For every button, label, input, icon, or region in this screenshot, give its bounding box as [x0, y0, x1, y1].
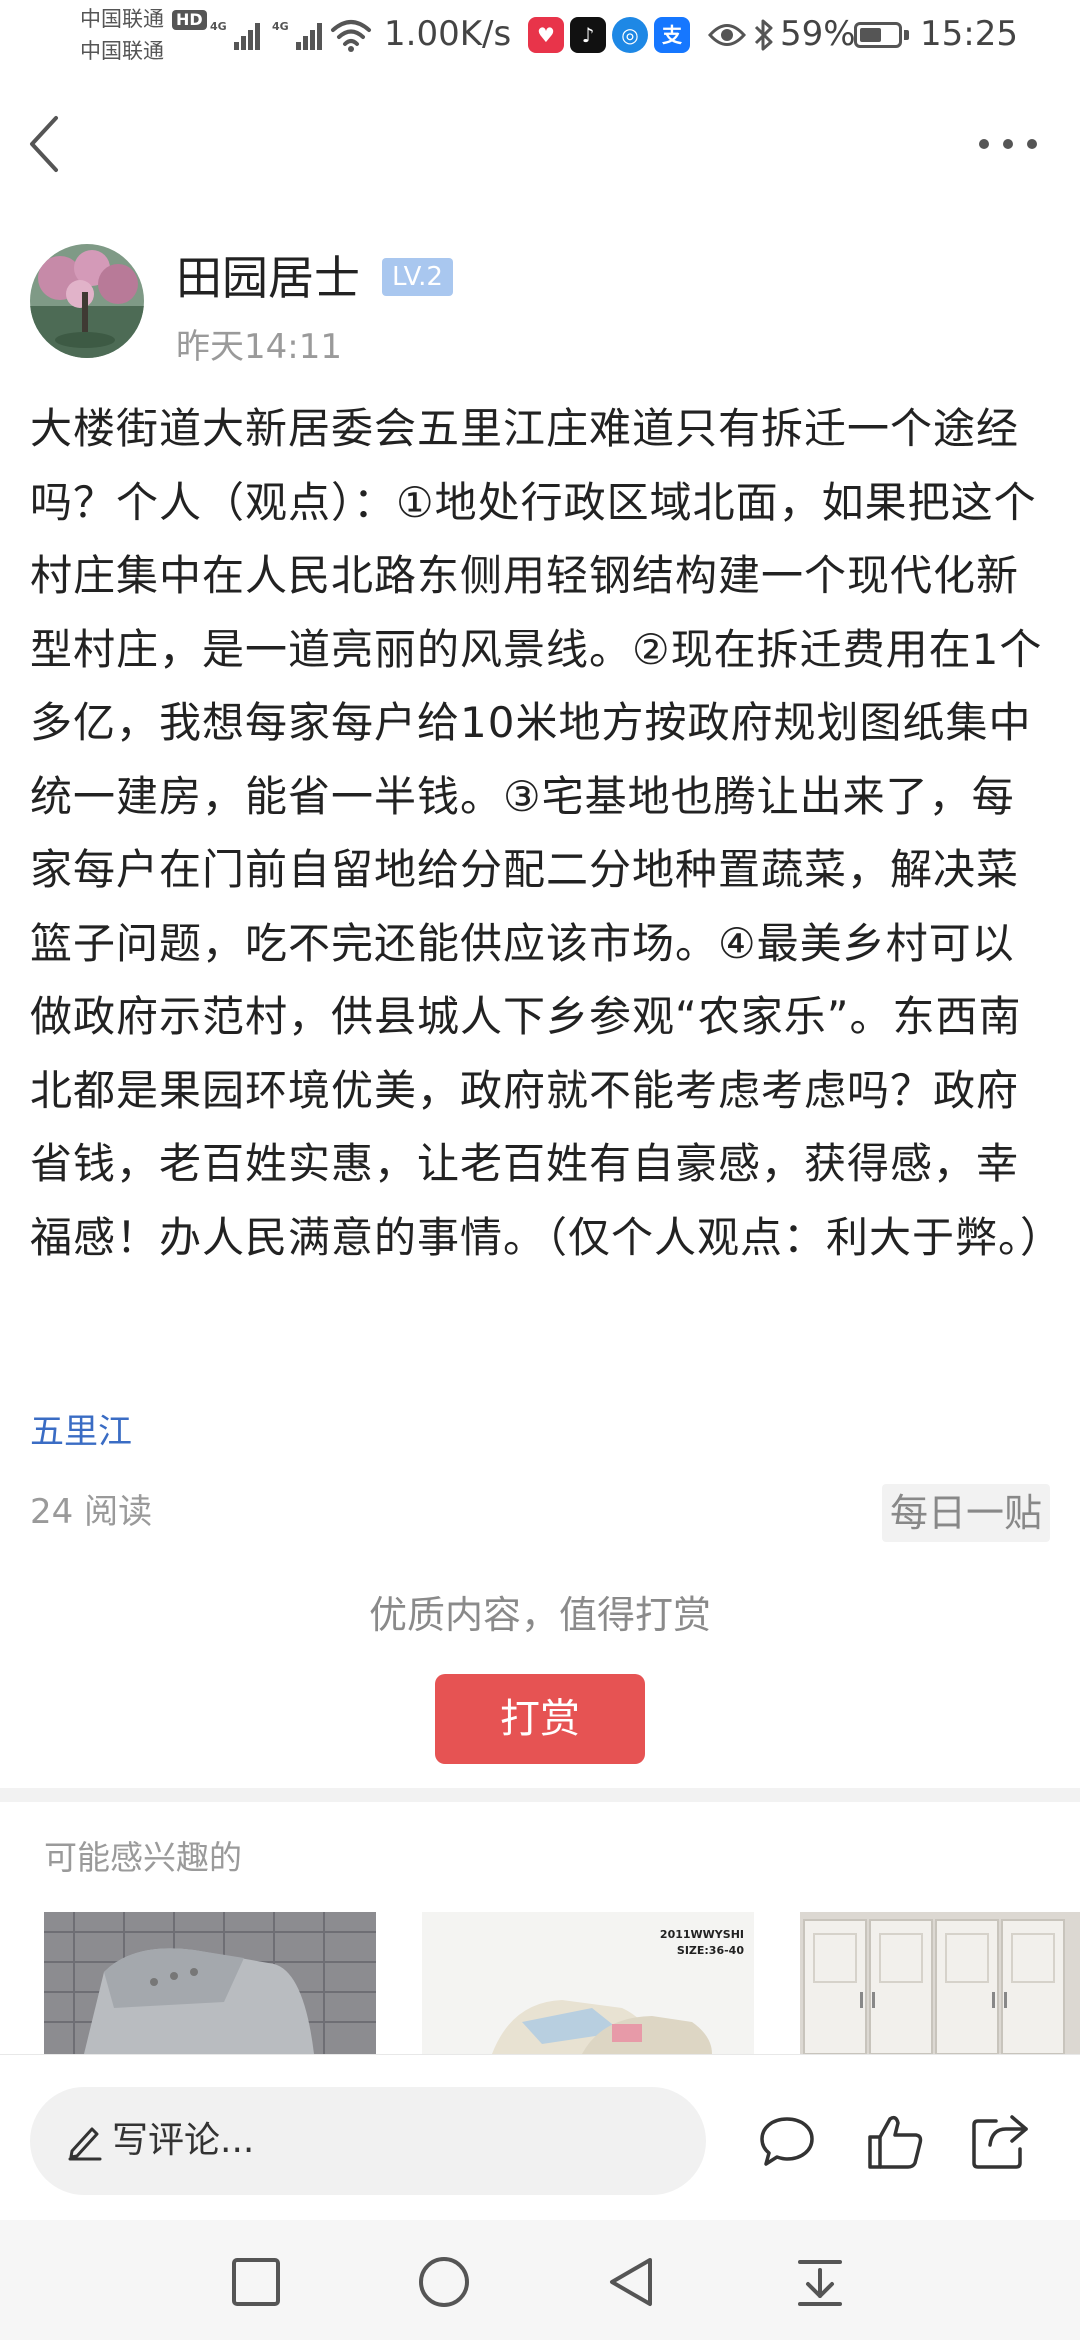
eye-comfort-icon — [708, 24, 746, 46]
recent-apps-square-icon[interactable] — [226, 2252, 286, 2312]
recommendation-card-1[interactable] — [44, 1912, 376, 2054]
post-time: 昨天14:11 — [176, 327, 342, 367]
reward-prompt: 优质内容，值得打赏 — [368, 1593, 711, 1637]
alipay-icon: 支 — [654, 17, 690, 53]
home-circle-icon[interactable] — [414, 2252, 474, 2312]
sneaker-image — [44, 1912, 376, 2054]
comment-bubble-icon[interactable] — [754, 2109, 820, 2175]
topic-tag[interactable]: 五里江 — [30, 1408, 132, 1456]
recommendation-card-3[interactable] — [800, 1912, 1080, 2054]
status-clock: 15:25 — [920, 14, 1018, 54]
douyin-icon: ♪ — [570, 17, 606, 53]
author-name[interactable]: 田园居士 — [176, 250, 360, 306]
product-caption-line-1: 2011WWYSHI — [660, 1928, 744, 1941]
level-badge: LV.2 — [382, 258, 453, 296]
avatar[interactable] — [30, 244, 144, 358]
status-bar: 中国联通 中国联通 HD 4G 4G 1.00K/s ♥ ♪ ◎ 支 59% 1… — [0, 0, 1080, 72]
avatar-image — [30, 244, 144, 358]
recommendations-title: 可能感兴趣的 — [44, 1838, 242, 1877]
carrier-label-2: 中国联通 — [80, 39, 164, 63]
browser-icon: ◎ — [612, 17, 648, 53]
share-icon[interactable] — [966, 2109, 1032, 2175]
pen-icon — [68, 2127, 102, 2161]
thumbs-up-icon[interactable] — [862, 2109, 928, 2175]
comment-placeholder: 写评论... — [112, 2120, 255, 2161]
battery-percent: 59% — [780, 14, 856, 54]
post-body: 大楼街道大新居委会五里江庄难道只有拆迁一个途经吗？个人（观点）：①地处行政区域北… — [30, 404, 1064, 1262]
section-divider — [0, 1788, 1080, 1802]
network-speed: 1.00K/s — [384, 14, 512, 54]
back-triangle-icon[interactable] — [602, 2252, 662, 2312]
bluetooth-icon — [754, 19, 773, 51]
wardrobe-image — [800, 1912, 1080, 2054]
network-type-label-2: 4G — [272, 20, 289, 33]
chevron-left-icon[interactable] — [14, 108, 78, 180]
daily-post-badge[interactable]: 每日一贴 — [881, 1484, 1050, 1542]
wifi-icon — [331, 20, 371, 52]
read-count: 24 阅读 — [30, 1492, 153, 1532]
recommendation-card-2[interactable]: 2011WWYSHI SIZE:36-40 — [422, 1912, 754, 2054]
battery-tip — [904, 30, 909, 40]
notification-pulldown-icon[interactable] — [790, 2252, 850, 2312]
comment-bar: 写评论... — [0, 2054, 1080, 2220]
product-caption-line-2: SIZE:36-40 — [677, 1944, 744, 1957]
battery-fill — [860, 28, 881, 42]
huawei-music-icon: ♥ — [528, 17, 564, 53]
system-navigation-bar — [0, 2220, 1080, 2340]
signal-strength-icon-2: 4G — [272, 20, 322, 50]
carrier-label-1: 中国联通 — [80, 7, 164, 31]
more-horizontal-icon[interactable] — [970, 118, 1046, 168]
reward-button[interactable]: 打赏 — [435, 1674, 645, 1764]
comment-input[interactable]: 写评论... — [30, 2087, 706, 2195]
hd-badge: HD — [172, 10, 207, 30]
signal-strength-icon: 4G — [210, 20, 260, 50]
network-type-label: 4G — [210, 20, 227, 33]
shoes-product-image: 2011WWYSHI SIZE:36-40 — [422, 1912, 754, 2054]
battery-icon — [854, 22, 902, 48]
